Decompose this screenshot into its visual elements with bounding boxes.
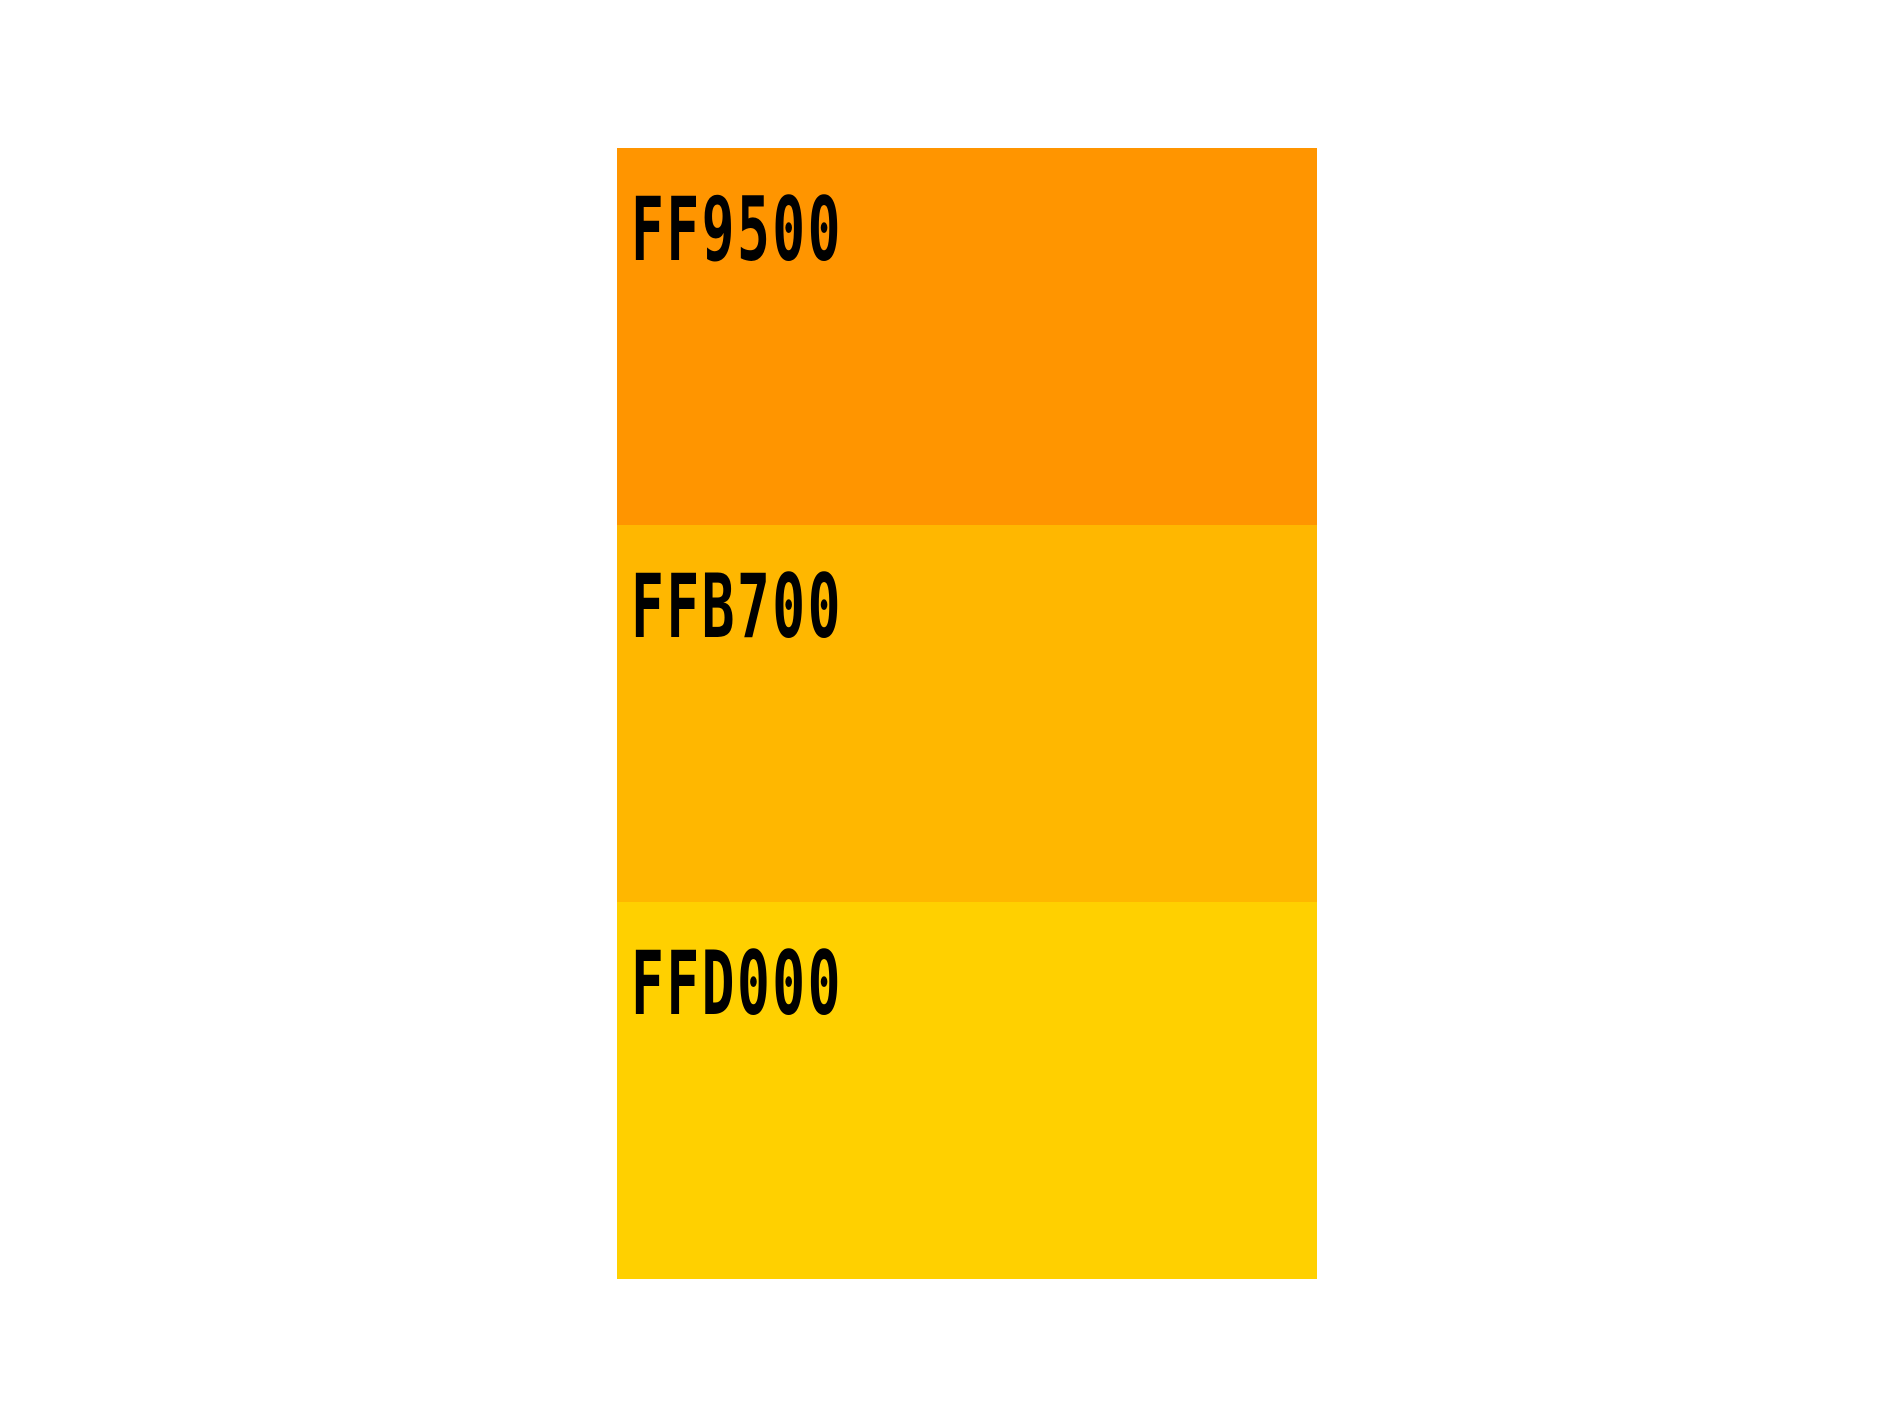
color-palette: FF9500 FFB700 FFD000 [617,148,1317,1279]
swatch-label: FFD000 [631,932,843,1035]
swatch-ffb700: FFB700 [617,525,1317,902]
swatch-label: FF9500 [631,178,843,281]
swatch-ffd000: FFD000 [617,902,1317,1279]
swatch-label: FFB700 [631,555,843,658]
swatch-ff9500: FF9500 [617,148,1317,525]
